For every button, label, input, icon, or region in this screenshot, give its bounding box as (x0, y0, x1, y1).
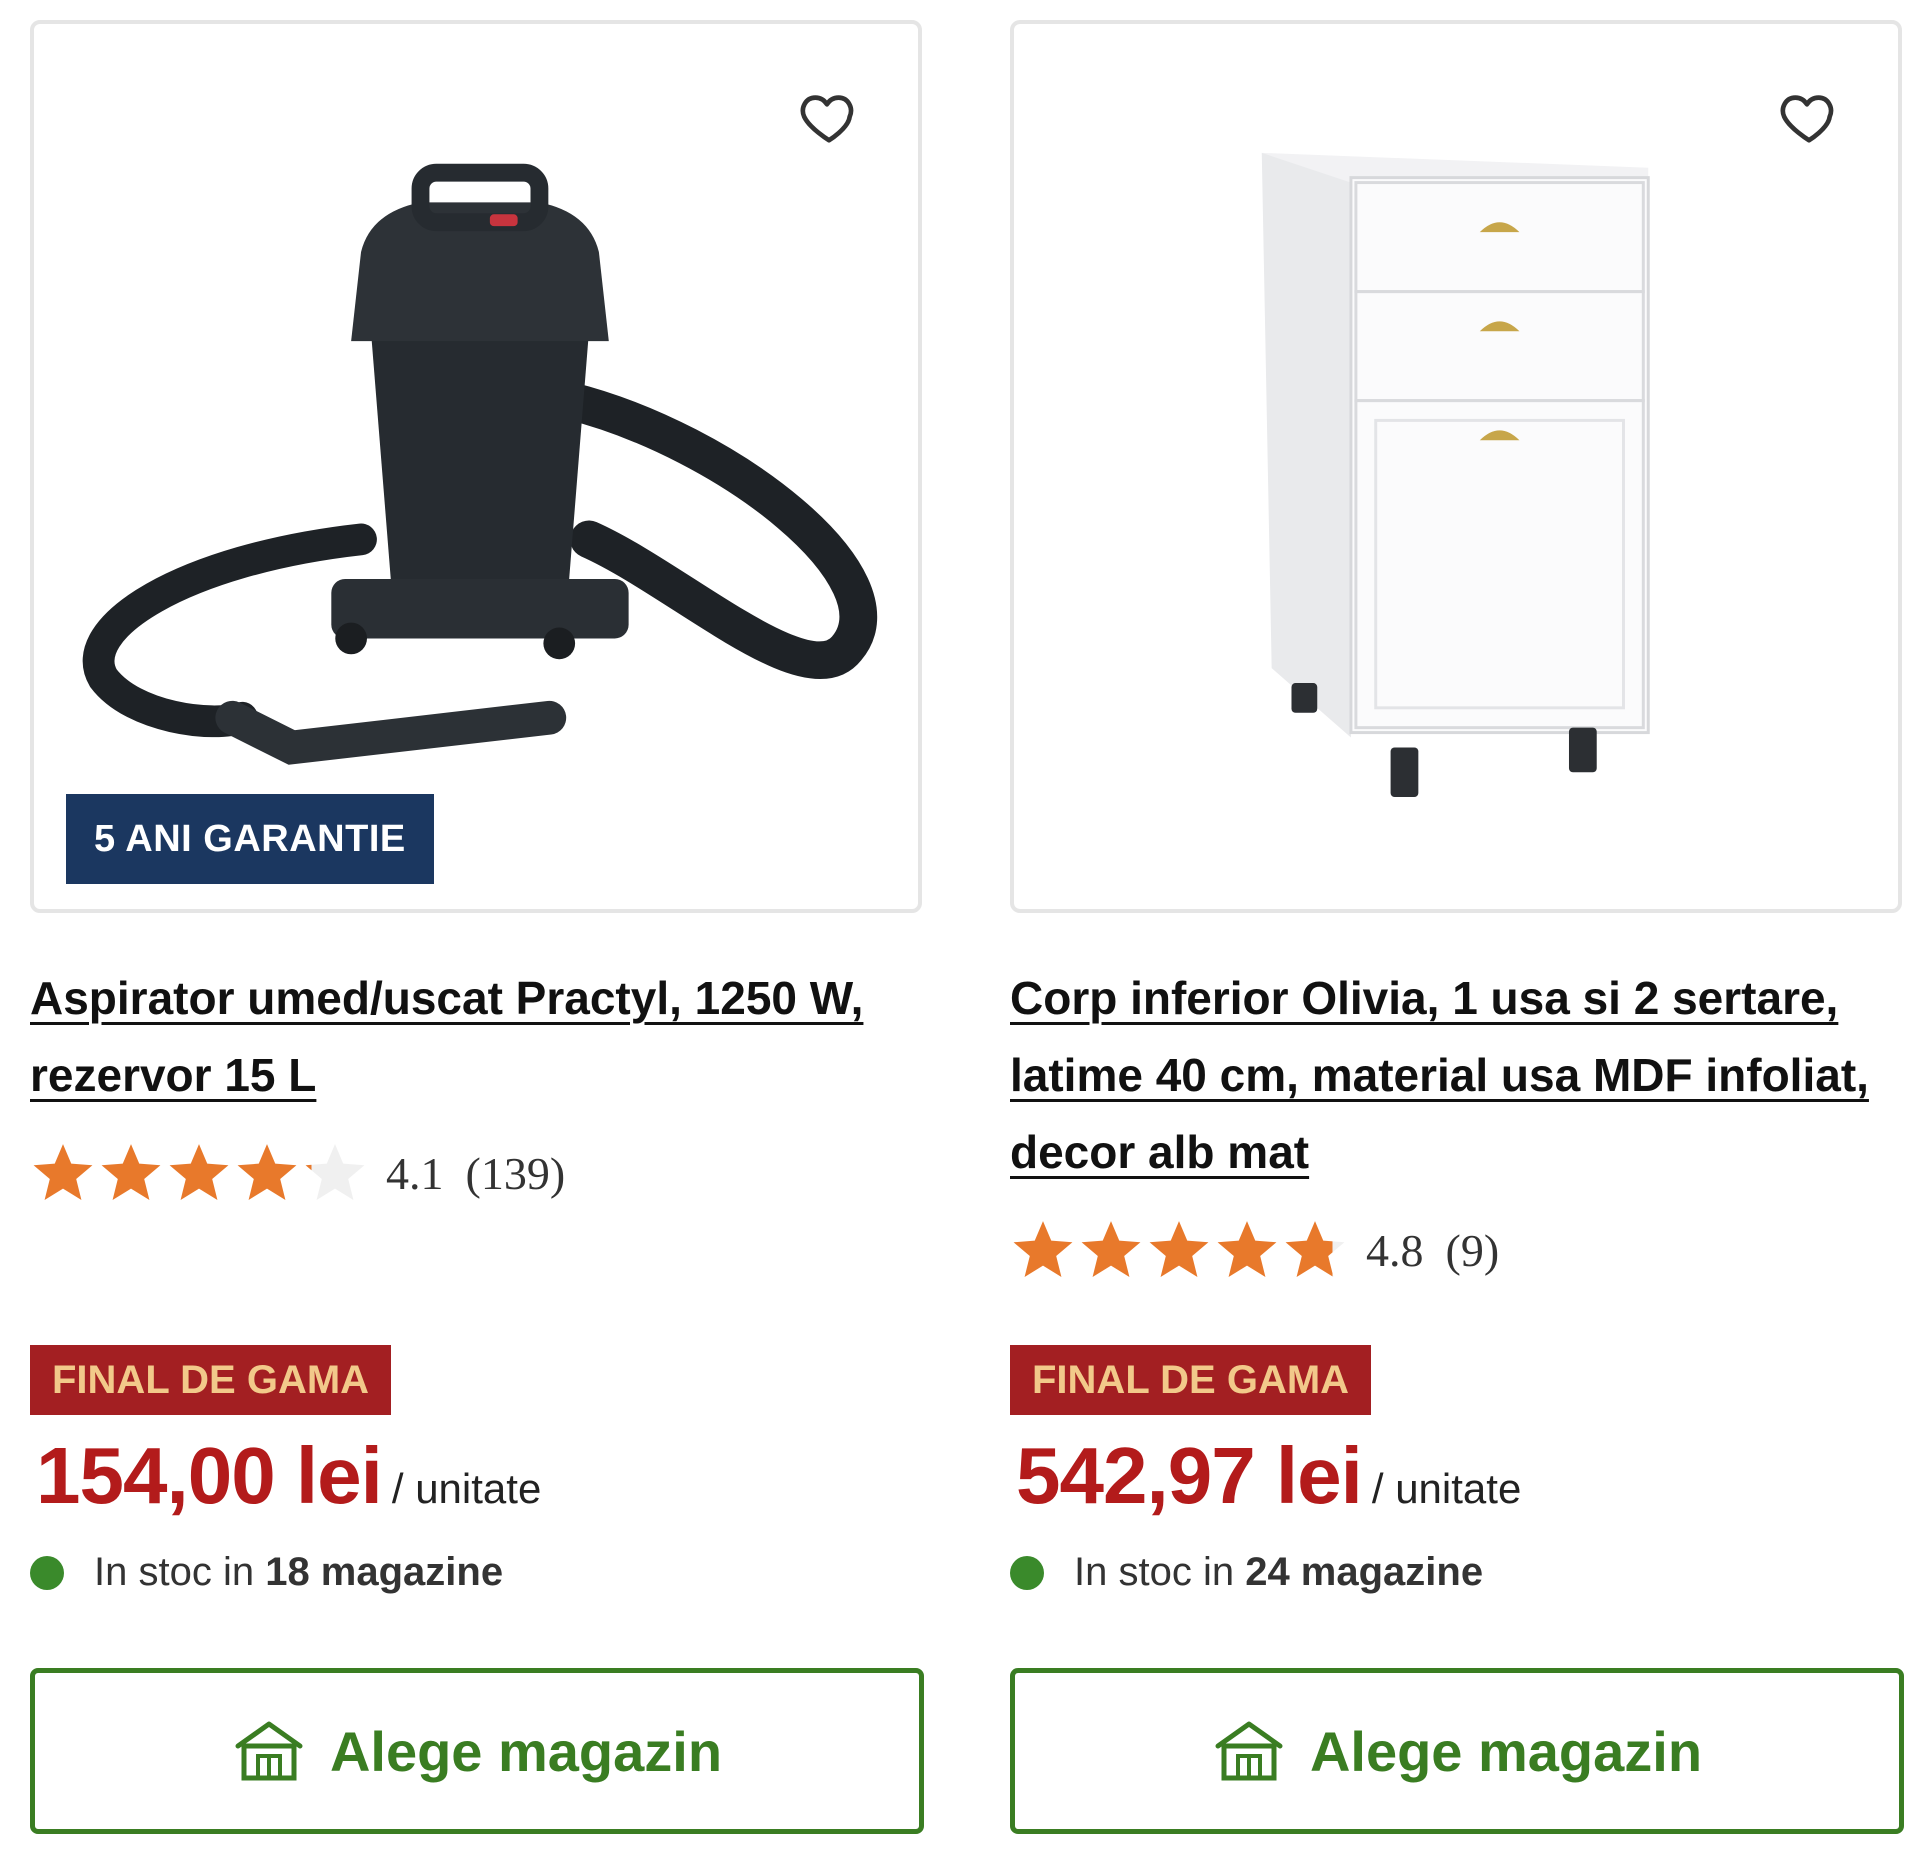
price-row: 542,97 lei / unitate (1016, 1430, 1521, 1522)
product-image-box[interactable] (1010, 20, 1902, 913)
price-value: 542,97 lei (1016, 1431, 1363, 1520)
stock-status: In stoc in 24 magazine (1010, 1550, 1483, 1595)
rating-stars (1010, 1217, 1348, 1283)
choose-store-button[interactable]: Alege magazin (1010, 1668, 1904, 1834)
choose-store-button[interactable]: Alege magazin (30, 1668, 924, 1834)
star-icon (101, 1144, 161, 1200)
product-card-vacuum: 5 ANI GARANTIE Aspirator umed/uscat Prac… (30, 0, 930, 1864)
star-icon (1013, 1221, 1073, 1277)
rating-row: 4.8 (9) (1010, 1215, 1499, 1285)
price-row: 154,00 lei / unitate (36, 1430, 541, 1522)
product-title-link[interactable]: Aspirator umed/uscat Practyl, 1250 W, re… (30, 960, 930, 1114)
heart-icon[interactable] (1776, 86, 1842, 148)
store-icon (1215, 1721, 1283, 1781)
stock-count-link[interactable]: 18 magazine (265, 1550, 503, 1595)
star-icon (1081, 1221, 1141, 1277)
rating-value: 4.1 (386, 1147, 444, 1199)
star-icon (1149, 1221, 1209, 1277)
vacuum-cleaner-image (82, 163, 878, 765)
heart-icon[interactable] (796, 86, 862, 148)
promo-badge: FINAL DE GAMA (1010, 1345, 1372, 1415)
star-icon (1285, 1221, 1345, 1277)
rating-stars (30, 1140, 368, 1206)
rating-count[interactable]: (139) (466, 1147, 566, 1200)
star-icon (33, 1144, 93, 1200)
promo-badge: FINAL DE GAMA (30, 1345, 392, 1415)
choose-store-label: Alege magazin (329, 1719, 723, 1783)
product-image-box[interactable]: 5 ANI GARANTIE (30, 20, 922, 913)
rating-value: 4.8 (1366, 1224, 1424, 1276)
rating-count[interactable]: (9) (1446, 1224, 1500, 1277)
in-stock-dot-icon (30, 1555, 64, 1590)
stock-status: In stoc in 18 magazine (30, 1550, 503, 1595)
stock-prefix: In stoc in (94, 1550, 266, 1594)
store-icon (235, 1721, 303, 1781)
in-stock-dot-icon (1010, 1555, 1044, 1590)
price-value: 154,00 lei (36, 1431, 383, 1520)
product-card-cabinet: Corp inferior Olivia, 1 usa si 2 sertare… (1010, 0, 1910, 1864)
product-title-link[interactable]: Corp inferior Olivia, 1 usa si 2 sertare… (1010, 960, 1910, 1191)
warranty-badge: 5 ANI GARANTIE (66, 794, 434, 884)
star-icon (237, 1144, 297, 1200)
rating-row: 4.1 (139) (30, 1138, 565, 1208)
kitchen-cabinet-image (1261, 152, 1650, 798)
choose-store-label: Alege magazin (1309, 1719, 1703, 1783)
stock-count-link[interactable]: 24 magazine (1245, 1550, 1483, 1595)
star-icon (305, 1144, 365, 1200)
star-icon (1217, 1221, 1277, 1277)
price-unit: / unitate (1371, 1465, 1522, 1512)
price-unit: / unitate (391, 1465, 542, 1512)
stock-prefix: In stoc in (1074, 1550, 1246, 1594)
star-icon (169, 1144, 229, 1200)
